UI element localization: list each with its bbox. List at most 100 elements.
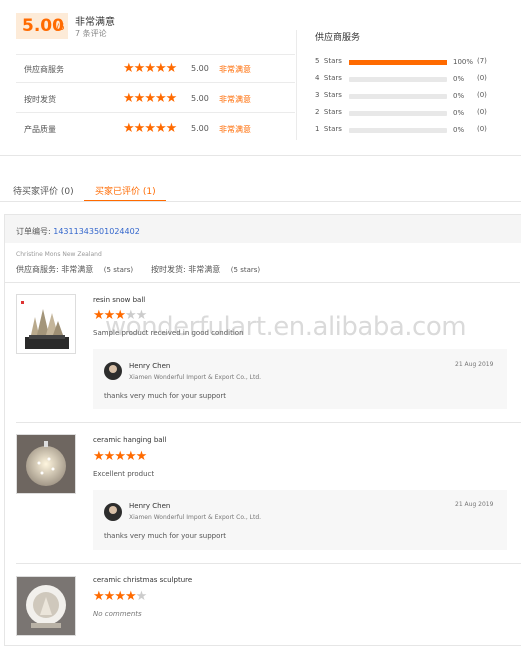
review-comment: Excellent product: [93, 470, 155, 478]
section-divider: [0, 155, 521, 156]
star-icon: ★: [133, 91, 146, 106]
tab-reviewed[interactable]: 买家已评价 (1): [95, 184, 156, 197]
buyer-name: Christine Mons New Zealand: [16, 251, 102, 258]
star-icon: ★: [144, 121, 156, 136]
star-icon: ★: [154, 121, 167, 136]
on-time-rating: 按时发货: 非常满意 (5 stars): [151, 265, 261, 274]
star-icon: ★: [165, 91, 178, 106]
review-comment: No comments: [93, 610, 142, 618]
review-stars: ★★★★★: [93, 449, 148, 464]
supplier-service-rating: 供应商服务: 非常满意 (5 stars): [16, 265, 134, 274]
star-icon: ★: [103, 449, 116, 464]
tabs-baseline: [0, 201, 521, 202]
watermark: wonderfulart.en.alibaba.com: [105, 312, 467, 342]
product-thumbnail[interactable]: [16, 576, 76, 636]
divider: [16, 563, 521, 564]
divider: [16, 112, 295, 113]
dist-count: (0): [477, 74, 487, 82]
reviews-count: 7 条评论: [75, 29, 107, 38]
order-label: 订单编号: 14311343501024402: [16, 227, 140, 236]
dist-percent: 0%: [453, 75, 465, 83]
star-icon: ★: [123, 121, 135, 136]
star-icon: ★: [124, 449, 137, 464]
rating-text: 非常满意: [219, 65, 251, 74]
avatar: [104, 362, 122, 380]
dist-bar: [349, 94, 447, 99]
star-icon: ★: [135, 449, 148, 464]
avatar: [104, 503, 122, 521]
order-number-link[interactable]: 14311343501024402: [53, 227, 140, 236]
star-icon: ★: [165, 61, 178, 76]
dist-percent: 100%: [453, 58, 474, 66]
reply-date: 21 Aug 2019: [455, 361, 494, 368]
reply-text: thanks very much for your support: [104, 532, 226, 540]
review-stars: ★★★★★: [93, 589, 148, 604]
dist-bar: [349, 60, 447, 65]
reply-name: Henry Chen: [129, 502, 171, 510]
dist-count: (0): [477, 108, 487, 116]
rating-stars: ★★★★★: [123, 91, 178, 106]
dist-percent: 0%: [453, 92, 465, 100]
reply-company: Xiamen Wonderful Import & Export Co., Lt…: [129, 514, 262, 521]
star-icon: ★: [133, 121, 146, 136]
dist-bar: [349, 77, 447, 82]
star-icon: ★: [114, 589, 126, 604]
rating-stars: ★★★★★: [123, 61, 178, 76]
divider: [16, 82, 295, 83]
star-icon: ★: [103, 589, 116, 604]
divider: [296, 30, 297, 140]
star-icon: ★: [123, 91, 135, 106]
score-badge: 5.00 /5: [16, 13, 68, 39]
star-icon: ★: [154, 91, 167, 106]
star-icon: ★: [165, 121, 178, 136]
star-icon: ★: [93, 589, 105, 604]
dist-count: (0): [477, 125, 487, 133]
reply-name: Henry Chen: [129, 362, 171, 370]
star-icon: ★: [144, 61, 156, 76]
rating-text: 非常满意: [219, 125, 251, 134]
score-unit: /5: [56, 23, 65, 33]
score-label: 非常满意: [75, 17, 115, 28]
ceramic-sculpture-image: [17, 577, 75, 635]
star-icon: ★: [93, 449, 105, 464]
review-panel: [4, 214, 521, 646]
ceramic-ball-image: [17, 435, 75, 493]
dist-bar: [349, 128, 447, 133]
rating-label: 供应商服务: [24, 65, 64, 74]
tab-pending[interactable]: 待买家评价 (0): [13, 184, 74, 197]
dist-label: 5 Stars: [315, 57, 342, 65]
dist-percent: 0%: [453, 126, 465, 134]
dist-percent: 0%: [453, 109, 465, 117]
rating-value: 5.00: [191, 124, 209, 133]
rating-text: 非常满意: [219, 95, 251, 104]
divider: [16, 422, 521, 423]
star-icon: ★: [123, 61, 135, 76]
rating-label: 按时发货: [24, 95, 56, 104]
rating-stars: ★★★★★: [123, 121, 178, 136]
reply-company: Xiamen Wonderful Import & Export Co., Lt…: [129, 374, 262, 381]
dist-label: 1 Stars: [315, 125, 342, 133]
star-icon: ★: [133, 61, 146, 76]
star-icon: ★: [114, 449, 126, 464]
divider: [5, 282, 520, 283]
product-name: resin snow ball: [93, 296, 146, 304]
dist-count: (0): [477, 91, 487, 99]
dist-label: 3 Stars: [315, 91, 342, 99]
divider: [16, 54, 295, 55]
rating-value: 5.00: [191, 94, 209, 103]
product-thumbnail[interactable]: [16, 434, 76, 494]
star-icon: ★: [93, 308, 105, 323]
reply-date: 21 Aug 2019: [455, 501, 494, 508]
product-name: ceramic christmas sculpture: [93, 576, 193, 584]
distribution-title: 供应商服务: [315, 33, 361, 43]
rating-label: 产品质量: [24, 125, 56, 134]
snow-globe-image: [21, 301, 69, 349]
star-icon: ★: [135, 589, 148, 604]
reply-text: thanks very much for your support: [104, 392, 226, 400]
product-thumbnail[interactable]: [16, 294, 76, 354]
product-name: ceramic hanging ball: [93, 436, 167, 444]
rating-value: 5.00: [191, 64, 209, 73]
dist-label: 2 Stars: [315, 108, 342, 116]
star-icon: ★: [124, 589, 137, 604]
dist-bar: [349, 111, 447, 116]
